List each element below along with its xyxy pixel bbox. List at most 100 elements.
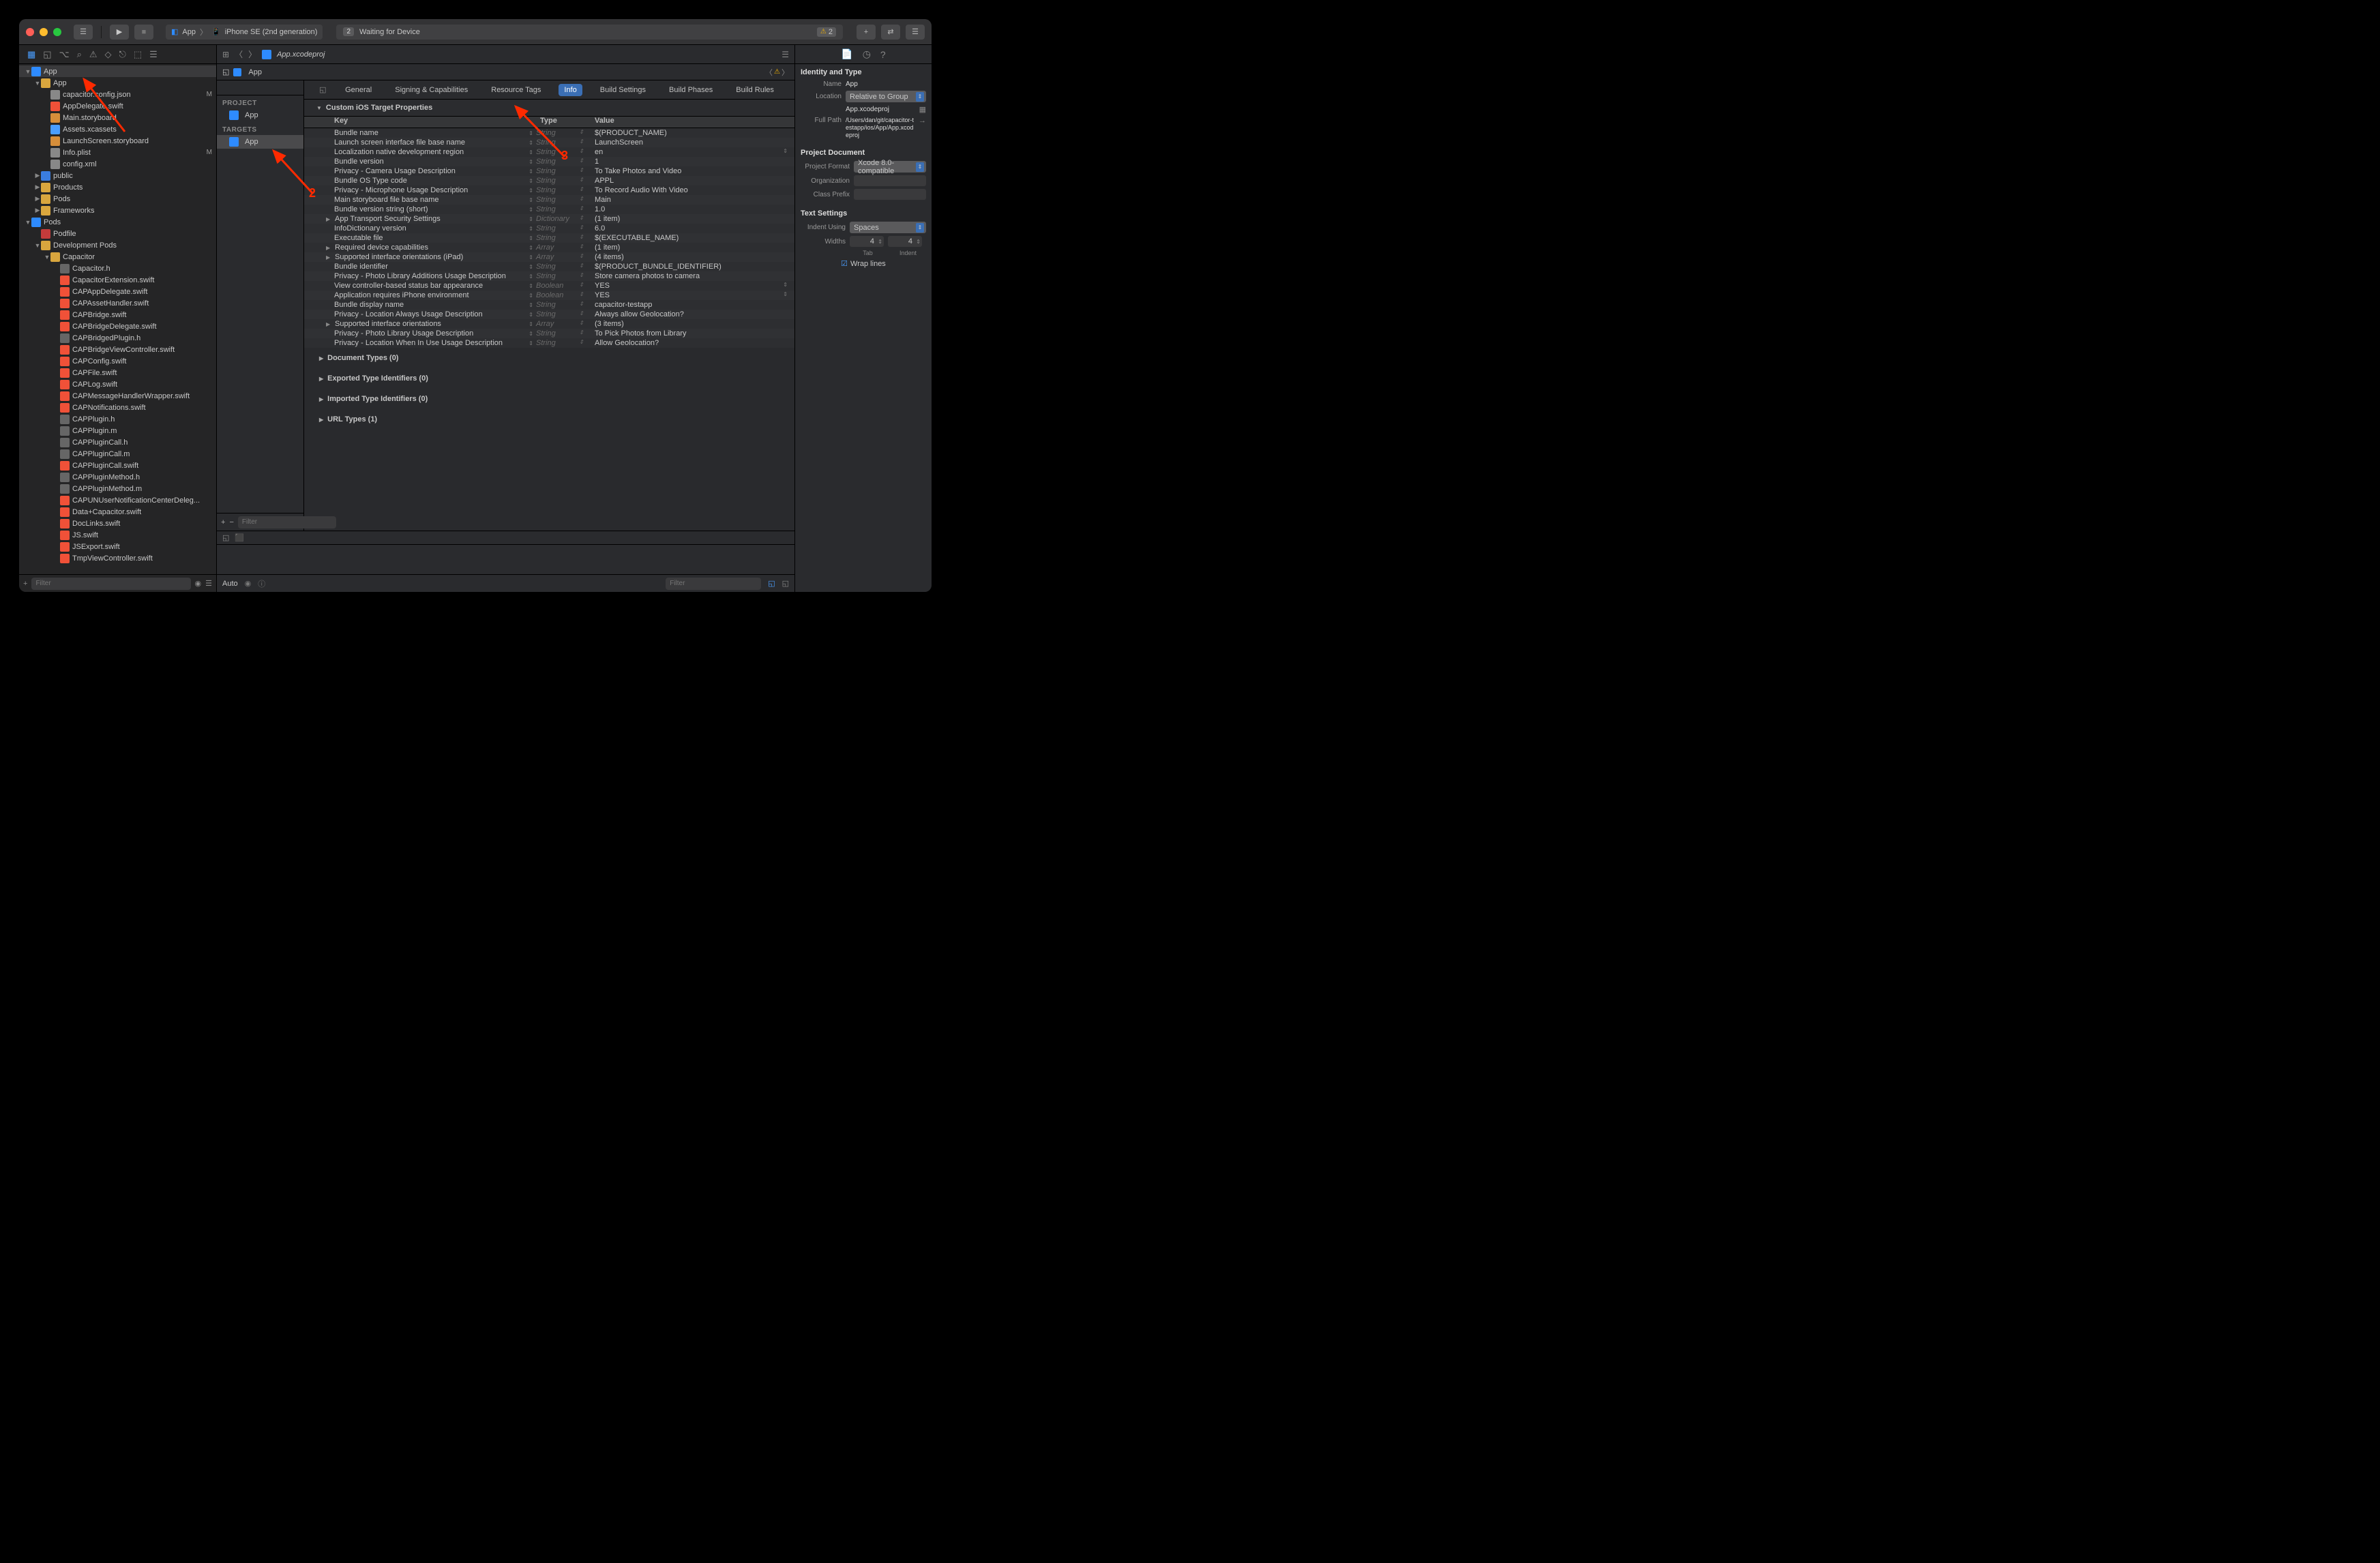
back-icon[interactable]: 〈	[235, 48, 243, 60]
breakpoint-tab-icon[interactable]: ⬚	[134, 49, 142, 60]
tree-row[interactable]: Data+Capacitor.swift	[19, 506, 216, 518]
tree-row[interactable]: JSExport.swift	[19, 541, 216, 552]
tab-signing[interactable]: Signing & Capabilities	[389, 84, 473, 96]
tree-row[interactable]: LaunchScreen.storyboard	[19, 135, 216, 147]
plist-row[interactable]: Localization native development region⇕S…	[304, 147, 794, 157]
plist-value[interactable]: capacitor-testapp	[591, 301, 794, 309]
tree-row[interactable]: JS.swift	[19, 529, 216, 541]
tab-width-stepper[interactable]: 4⇕	[850, 236, 884, 247]
debug-view-icon[interactable]: ◱	[222, 533, 229, 542]
recent-filter-icon[interactable]: ◉	[195, 579, 202, 588]
plist-value[interactable]: 1.0	[591, 205, 794, 213]
plist-row[interactable]: Privacy - Location Always Usage Descript…	[304, 310, 794, 319]
plist-row[interactable]: ▶Supported interface orientations⇕Array⇕…	[304, 319, 794, 329]
tree-row[interactable]: CAPBridgedPlugin.h	[19, 332, 216, 344]
scm-filter-icon[interactable]: ☰	[205, 579, 212, 588]
plist-value[interactable]: $(PRODUCT_BUNDLE_IDENTIFIER)	[591, 263, 794, 271]
tree-row[interactable]: ▶Products	[19, 181, 216, 193]
tree-row[interactable]: ▶public	[19, 170, 216, 181]
plist-row[interactable]: InfoDictionary version⇕String⇕6.0	[304, 224, 794, 233]
document-outline-icon[interactable]: ◱	[222, 68, 229, 76]
zoom-window-icon[interactable]	[53, 28, 61, 36]
plist-value[interactable]: Main	[591, 196, 794, 204]
imported-types-header[interactable]: ▶Imported Type Identifiers (0)	[304, 389, 794, 409]
tree-row[interactable]: ▼Capacitor	[19, 251, 216, 263]
quicklook-icon[interactable]: ⓘ	[258, 578, 265, 589]
plist-row[interactable]: Bundle display name⇕String⇕capacitor-tes…	[304, 300, 794, 310]
issue-tab-icon[interactable]: ⚠	[89, 49, 98, 60]
plist-value[interactable]: Allow Geolocation?	[591, 339, 794, 347]
plist-value[interactable]: To Record Audio With Video	[591, 186, 794, 194]
library-button[interactable]: +	[857, 25, 876, 40]
plist-row[interactable]: Executable file⇕String⇕$(EXECUTABLE_NAME…	[304, 233, 794, 243]
symbol-tab-icon[interactable]: ⌥	[59, 49, 70, 60]
tree-row[interactable]: Capacitor.h	[19, 263, 216, 274]
plist-row[interactable]: Bundle name⇕String⇕$(PRODUCT_NAME)	[304, 128, 794, 138]
tree-row[interactable]: DocLinks.swift	[19, 518, 216, 529]
vars-icon[interactable]: ◉	[245, 579, 252, 588]
plist-row[interactable]: Bundle version string (short)⇕String⇕1.0	[304, 205, 794, 214]
tree-row[interactable]: CAPConfig.swift	[19, 355, 216, 367]
tree-row[interactable]: CAPPlugin.h	[19, 413, 216, 425]
tree-row[interactable]: CAPLog.swift	[19, 378, 216, 390]
plist-value[interactable]: (3 items)	[591, 320, 794, 328]
report-tab-icon[interactable]: ☰	[149, 49, 158, 60]
tree-row[interactable]: ▼App	[19, 65, 216, 77]
tree-row[interactable]: CAPMessageHandlerWrapper.swift	[19, 390, 216, 402]
history-inspector-tab-icon[interactable]: ◷	[863, 48, 871, 60]
project-navigator-tab-icon[interactable]: ▦	[27, 49, 35, 60]
plist-value[interactable]: APPL	[591, 177, 794, 185]
location-select[interactable]: Relative to Group⇕	[846, 91, 926, 102]
plist-value[interactable]: LaunchScreen	[591, 138, 794, 147]
plist-value[interactable]: Always allow Geolocation?	[591, 310, 794, 318]
forward-icon[interactable]: 〉	[248, 48, 256, 60]
debug-filter-input[interactable]	[666, 578, 761, 590]
plist-value[interactable]: $(PRODUCT_NAME)	[591, 129, 794, 137]
tab-build-rules[interactable]: Build Rules	[730, 84, 779, 96]
run-button[interactable]: ▶	[110, 25, 129, 40]
toggle-inspector-button[interactable]: ☰	[906, 25, 925, 40]
tree-row[interactable]: CAPBridge.swift	[19, 309, 216, 321]
tree-row[interactable]: Podfile	[19, 228, 216, 239]
tree-row[interactable]: CAPPluginCall.m	[19, 448, 216, 460]
name-value[interactable]: App	[846, 80, 926, 88]
related-items-icon[interactable]: ⊞	[222, 50, 229, 59]
jumpbar-file[interactable]: App.xcodeproj	[262, 50, 325, 59]
project-format-select[interactable]: Xcode 8.0-compatible⇕	[854, 161, 926, 173]
stop-button[interactable]: ■	[134, 25, 153, 40]
reveal-finder-icon[interactable]: →	[919, 117, 926, 125]
plist-row[interactable]: View controller-based status bar appeara…	[304, 281, 794, 291]
tree-row[interactable]: CAPPluginCall.h	[19, 436, 216, 448]
exported-types-header[interactable]: ▶Exported Type Identifiers (0)	[304, 368, 794, 389]
project-item[interactable]: App	[217, 108, 303, 122]
plist-value[interactable]: To Pick Photos from Library	[591, 329, 794, 338]
tree-row[interactable]: CAPPlugin.m	[19, 425, 216, 436]
tab-info[interactable]: Info	[559, 84, 582, 96]
plist-row[interactable]: ▶Required device capabilities⇕Array⇕(1 i…	[304, 243, 794, 252]
tree-row[interactable]: CAPPluginCall.swift	[19, 460, 216, 471]
custom-props-header[interactable]: ▼ Custom iOS Target Properties	[304, 100, 794, 116]
tree-row[interactable]: CAPNotifications.swift	[19, 402, 216, 413]
plist-value[interactable]: en⇕	[591, 148, 794, 156]
plist-value[interactable]: To Take Photos and Video	[591, 167, 794, 175]
plist-value[interactable]: (1 item)	[591, 215, 794, 223]
plist-value[interactable]: YES⇕	[591, 291, 794, 299]
source-control-tab-icon[interactable]: ◱	[43, 49, 51, 60]
organization-input[interactable]	[854, 175, 926, 186]
find-tab-icon[interactable]: ⌕	[77, 49, 82, 60]
tree-row[interactable]: CAPAssetHandler.swift	[19, 297, 216, 309]
plist-row[interactable]: Privacy - Photo Library Additions Usage …	[304, 271, 794, 281]
tree-row[interactable]: Info.plistM	[19, 147, 216, 158]
tab-resource-tags[interactable]: Resource Tags	[486, 84, 546, 96]
plist-row[interactable]: Privacy - Location When In Use Usage Des…	[304, 338, 794, 348]
tree-row[interactable]: AppDelegate.swift	[19, 100, 216, 112]
auto-label[interactable]: Auto	[222, 580, 238, 588]
tree-row[interactable]: Assets.xcassets	[19, 123, 216, 135]
code-review-button[interactable]: ⇄	[881, 25, 900, 40]
plist-value[interactable]: 1	[591, 158, 794, 166]
adjust-editor-icon[interactable]: ☰	[782, 50, 789, 59]
close-window-icon[interactable]	[26, 28, 34, 36]
test-tab-icon[interactable]: ◇	[105, 49, 112, 60]
add-button[interactable]: +	[23, 580, 27, 588]
debug-tab-icon[interactable]: ⎋	[119, 49, 126, 60]
